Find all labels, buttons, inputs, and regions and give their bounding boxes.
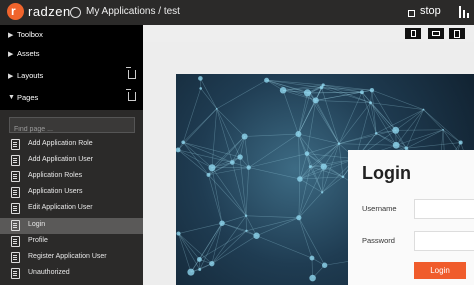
section-pages[interactable]: ▼ Pages	[0, 88, 143, 110]
app-logo-text: radzen	[28, 4, 71, 19]
top-bar: r radzen My Applications / test stop	[0, 0, 474, 25]
page-item[interactable]: Profile	[0, 234, 143, 250]
file-icon	[11, 203, 20, 214]
file-icon	[11, 220, 20, 231]
file-icon	[11, 268, 20, 279]
caret-right-icon: ▶	[8, 51, 14, 58]
file-icon	[11, 155, 20, 166]
login-button[interactable]: Login	[414, 262, 466, 279]
username-input[interactable]	[414, 199, 474, 219]
page-item[interactable]: Add Application Role	[0, 137, 143, 153]
section-label: Pages	[17, 93, 39, 102]
caret-right-icon: ▶	[8, 73, 14, 80]
login-title: Login	[362, 163, 411, 183]
file-icon	[11, 171, 20, 182]
page-item[interactable]: Application Users	[0, 185, 143, 201]
stop-icon[interactable]	[408, 10, 415, 17]
username-label: Username	[362, 204, 397, 213]
page-item[interactable]: Register Application User	[0, 250, 143, 266]
page-search[interactable]	[9, 117, 136, 137]
stop-button[interactable]: stop	[420, 5, 441, 17]
phone-icon[interactable]	[405, 28, 421, 39]
caret-down-icon: ▼	[8, 94, 15, 101]
add-layout-icon[interactable]	[126, 67, 136, 79]
password-label: Password	[362, 236, 395, 245]
section-label: Toolbox	[17, 30, 43, 39]
radzen-logo-icon[interactable]: r	[7, 3, 24, 20]
section-label: Assets	[17, 49, 40, 58]
dashboard-icon[interactable]	[70, 7, 81, 18]
page-label: Unauthorized	[28, 269, 70, 276]
page-item[interactable]: Edit Application User	[0, 201, 143, 217]
page-item[interactable]: Application Roles	[0, 169, 143, 185]
file-icon	[11, 187, 20, 198]
page-label: Login	[28, 221, 46, 228]
section-layouts[interactable]: ▶ Layouts	[0, 66, 143, 88]
page-label: Profile	[28, 237, 48, 244]
tablet-icon[interactable]	[449, 28, 465, 39]
file-icon	[11, 236, 20, 247]
phone-landscape-icon[interactable]	[428, 28, 444, 39]
page-label: Edit Application User	[28, 204, 93, 211]
page-label: Register Application User	[28, 253, 107, 260]
password-input[interactable]	[414, 231, 474, 251]
page-item[interactable]: Add Application User	[0, 153, 143, 169]
page-search-input[interactable]	[10, 122, 136, 137]
stats-icon[interactable]	[459, 6, 471, 18]
page-item[interactable]: Unauthorized	[0, 266, 143, 282]
file-icon	[11, 139, 20, 150]
page-item-active[interactable]: Login	[0, 218, 143, 234]
page-label: Application Roles	[28, 172, 83, 179]
page-label: Add Application Role	[28, 140, 93, 147]
section-assets[interactable]: ▶ Assets	[0, 44, 143, 66]
breadcrumb[interactable]: My Applications / test	[86, 6, 180, 17]
add-page-icon[interactable]	[126, 89, 136, 101]
file-icon	[11, 252, 20, 263]
page-label: Application Users	[28, 188, 83, 195]
sidebar: ▶ Toolbox ▶ Assets ▶ Layouts ▼ Pages Add…	[0, 25, 143, 285]
section-label: Layouts	[17, 71, 44, 80]
page-label: Add Application User	[28, 156, 93, 163]
caret-right-icon: ▶	[8, 32, 14, 39]
device-toolbar	[143, 25, 474, 42]
